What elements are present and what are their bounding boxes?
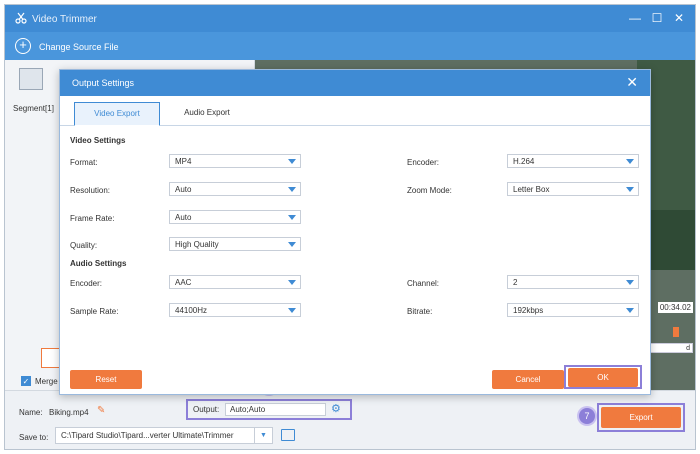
chevron-down-icon[interactable]: ▼ [255,427,273,444]
film-icon [19,68,43,90]
resolution-select[interactable]: Auto [169,182,301,196]
encoder-select[interactable]: H.264 [507,154,639,168]
time-display: 00:34.02 [657,302,693,313]
minimize-button[interactable]: — [628,11,642,25]
gear-icon[interactable]: ⚙ [331,403,343,415]
audio-encoder-label: Encoder: [70,279,103,288]
frame-rate-value: Auto [175,213,192,222]
ok-highlight: OK [564,365,642,389]
merge-checkbox[interactable]: ✓ [21,376,31,386]
dropdown-arrow-icon [288,308,296,313]
window-title: Video Trimmer [32,14,97,25]
sample-rate-value: 44100Hz [175,306,208,315]
scissors-icon [15,12,27,24]
dropdown-arrow-icon [288,242,296,247]
channel-value: 2 [513,278,518,287]
close-button[interactable]: ✕ [672,11,686,25]
bitrate-select[interactable]: 192kbps [507,303,639,317]
quality-value: High Quality [175,240,219,249]
dialog-body: Video Settings Format: MP4 Encoder: H.26… [60,126,650,396]
segment-label[interactable]: Segment[1] [13,104,54,113]
ok-button[interactable]: OK [568,368,638,387]
audio-encoder-value: AAC [175,278,192,287]
name-label: Name: [19,408,43,417]
edit-pencil-icon[interactable]: ✎ [97,406,107,416]
dropdown-arrow-icon [626,187,634,192]
folder-icon[interactable] [281,429,295,441]
encoder-value: H.264 [513,157,535,166]
dropdown-arrow-icon [626,308,634,313]
save-path-field[interactable]: C:\Tipard Studio\Tipard...verter Ultimat… [55,427,255,444]
dialog-title: Output Settings [72,78,135,88]
quality-select[interactable]: High Quality [169,237,301,251]
quality-label: Quality: [70,241,98,250]
add-circle-icon[interactable]: + [15,38,31,54]
export-highlight: Export [597,403,685,432]
dropdown-arrow-icon [288,280,296,285]
dropdown-arrow-icon [626,159,634,164]
video-settings-heading: Video Settings [70,136,126,145]
output-value[interactable]: Auto;Auto [225,403,326,416]
format-select[interactable]: MP4 [169,154,301,168]
audio-settings-heading: Audio Settings [70,259,127,268]
audio-encoder-select[interactable]: AAC [169,275,301,289]
video-trimmer-window: Video Trimmer — ☐ ✕ + Change Source File… [4,4,696,450]
dialog-close-icon[interactable]: ✕ [626,75,638,89]
merge-option[interactable]: ✓ Merge [21,376,58,386]
zoom-mode-value: Letter Box [513,185,550,194]
channel-select[interactable]: 2 [507,275,639,289]
tab-video-export[interactable]: Video Export [74,102,160,126]
output-label: Output: [193,405,220,414]
dropdown-arrow-icon [288,159,296,164]
reset-button[interactable]: Reset [70,370,142,389]
dialog-title-bar: Output Settings ✕ [60,70,650,96]
dropdown-arrow-icon [288,187,296,192]
export-button[interactable]: Export [601,407,681,428]
merge-label: Merge [35,376,58,386]
step-badge-7: 7 [579,408,595,424]
frame-rate-select[interactable]: Auto [169,210,301,224]
output-settings-dialog: Output Settings ✕ Video Export Audio Exp… [59,69,651,395]
resolution-value: Auto [175,185,192,194]
title-bar: Video Trimmer — ☐ ✕ [5,5,695,32]
channel-label: Channel: [407,279,440,288]
zoom-mode-label: Zoom Mode: [407,186,452,195]
zoom-mode-select[interactable]: Letter Box [507,182,639,196]
format-label: Format: [70,158,98,167]
trim-marker[interactable] [673,327,679,337]
tab-audio-export[interactable]: Audio Export [164,102,250,126]
format-value: MP4 [175,157,192,166]
bitrate-value: 192kbps [513,306,544,315]
sample-rate-select[interactable]: 44100Hz [169,303,301,317]
maximize-button[interactable]: ☐ [650,11,664,25]
save-to-label: Save to: [19,433,49,442]
dropdown-arrow-icon [288,215,296,220]
encoder-label: Encoder: [407,158,440,167]
name-value: Biking.mp4 [49,408,89,417]
frame-rate-label: Frame Rate: [70,214,115,223]
toolbar: + Change Source File [5,32,695,60]
resolution-label: Resolution: [70,186,111,195]
export-tabs: Video Export Audio Export [60,96,650,126]
change-source-file-button[interactable]: Change Source File [39,42,119,52]
dropdown-arrow-icon [626,280,634,285]
cancel-button[interactable]: Cancel [492,370,564,389]
output-settings-group: Output: Auto;Auto ⚙ [186,399,352,420]
bitrate-label: Bitrate: [407,307,433,316]
sample-rate-label: Sample Rate: [70,307,119,316]
